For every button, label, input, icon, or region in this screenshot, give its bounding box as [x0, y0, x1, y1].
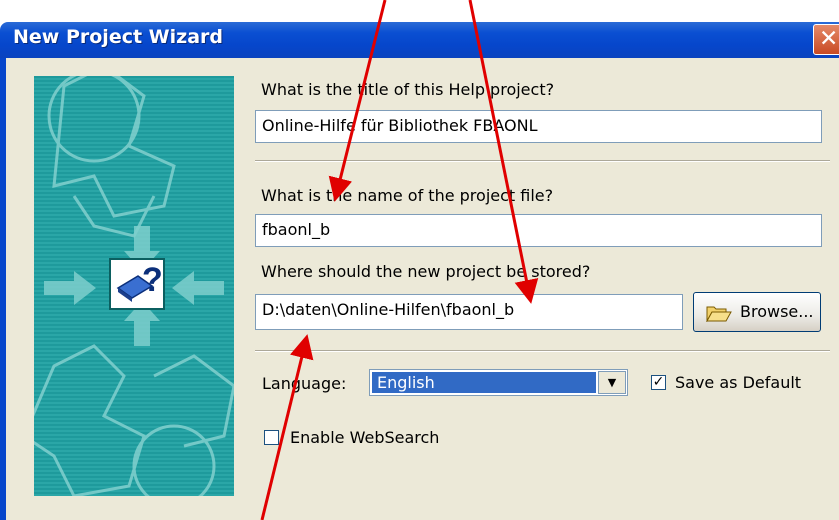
- separator: [255, 160, 830, 162]
- gear-illustration: ?: [34, 76, 234, 496]
- language-label: Language:: [262, 374, 347, 393]
- language-selected-value: English: [372, 372, 596, 393]
- wizard-side-image: ?: [34, 76, 234, 496]
- checkmark-icon: ✓: [652, 374, 665, 390]
- help-book-icon: ?: [109, 258, 165, 310]
- folder-open-icon: [706, 306, 732, 322]
- save-as-default-checkbox[interactable]: ✓: [651, 375, 666, 390]
- browse-button-label: Browse...: [740, 302, 814, 321]
- language-dropdown[interactable]: English ▼: [369, 369, 628, 396]
- close-button[interactable]: ✕: [813, 24, 839, 55]
- project-title-question: What is the title of this Help project?: [261, 80, 555, 99]
- browse-button[interactable]: Browse...: [693, 292, 821, 332]
- project-file-question: What is the name of the project file?: [261, 186, 554, 205]
- enable-websearch-checkbox[interactable]: [264, 430, 279, 445]
- separator: [255, 350, 830, 352]
- close-icon: ✕: [819, 26, 839, 52]
- project-location-input[interactable]: D:\daten\Online-Hilfen\fbaonl_b: [255, 294, 683, 330]
- save-as-default-label: Save as Default: [675, 373, 802, 392]
- dropdown-arrow-icon[interactable]: ▼: [598, 371, 626, 394]
- window-title: New Project Wizard: [13, 26, 223, 48]
- svg-text:?: ?: [142, 261, 163, 299]
- project-title-input[interactable]: Online-Hilfe für Bibliothek FBAONL: [255, 110, 822, 143]
- enable-websearch-label: Enable WebSearch: [290, 428, 440, 447]
- project-location-question: Where should the new project be stored?: [261, 262, 591, 281]
- project-file-input[interactable]: fbaonl_b: [255, 214, 822, 247]
